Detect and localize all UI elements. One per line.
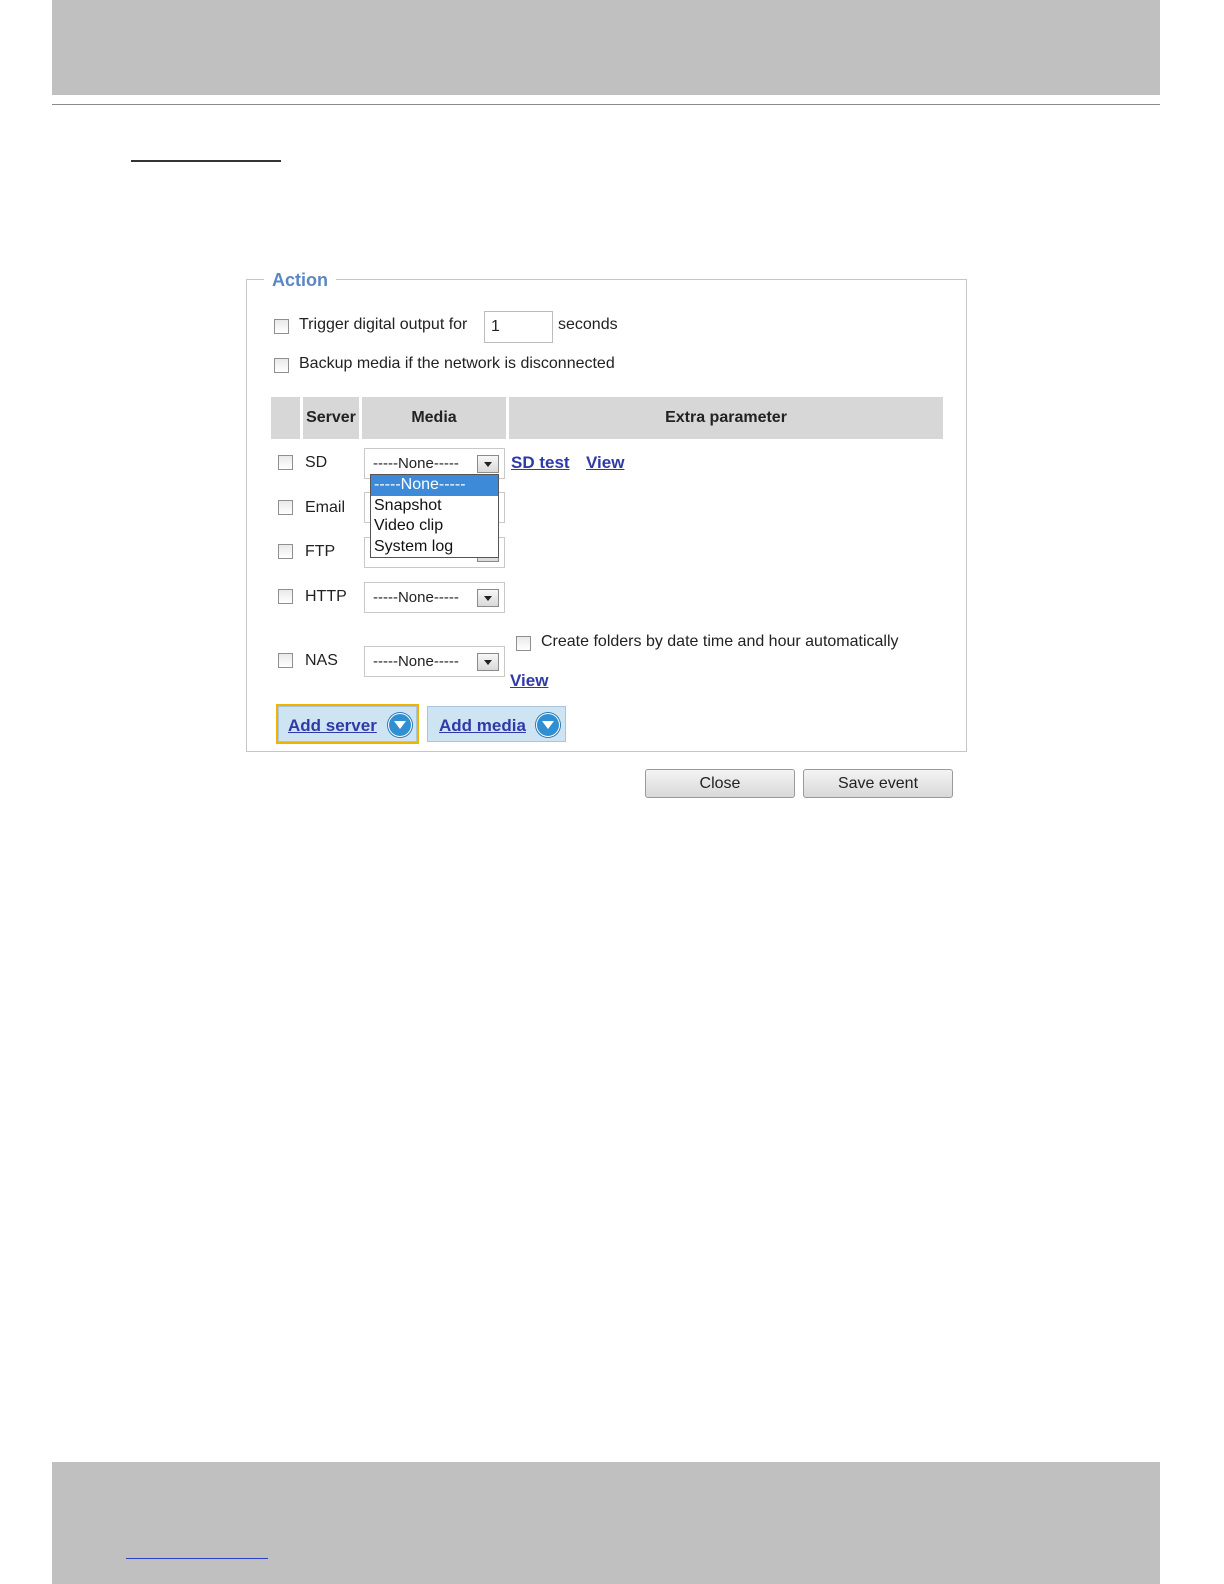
http-media-select[interactable]: -----None----- <box>364 582 505 613</box>
media-dropdown-list: -----None----- Snapshot Video clip Syste… <box>370 474 499 558</box>
trigger-output-label: Trigger digital output for <box>299 316 468 333</box>
backup-media-label: Backup media if the network is disconnec… <box>299 355 615 372</box>
sd-test-link[interactable]: SD test <box>511 453 570 473</box>
nas-media-value: -----None----- <box>373 653 459 670</box>
create-folders-checkbox[interactable] <box>516 636 531 651</box>
footer-link-underline <box>126 1558 268 1559</box>
nas-view-link[interactable]: View <box>510 671 548 691</box>
add-server-button[interactable]: Add server <box>276 704 419 744</box>
trigger-seconds-unit: seconds <box>558 316 618 333</box>
header-rule <box>52 104 1160 105</box>
dropdown-option-none[interactable]: -----None----- <box>371 475 498 496</box>
email-checkbox[interactable] <box>278 500 293 515</box>
heading-underline <box>131 160 281 162</box>
http-checkbox[interactable] <box>278 589 293 604</box>
close-button[interactable]: Close <box>645 769 795 798</box>
ftp-checkbox[interactable] <box>278 544 293 559</box>
dropdown-option-system-log[interactable]: System log <box>371 537 498 558</box>
select-arrow-icon[interactable] <box>477 589 499 607</box>
footer-band <box>52 1462 1160 1584</box>
select-arrow-icon[interactable] <box>477 653 499 671</box>
nas-media-select[interactable]: -----None----- <box>364 646 505 677</box>
header-band <box>52 0 1160 95</box>
chevron-down-circle-icon[interactable] <box>536 713 560 737</box>
nas-label: NAS <box>305 652 338 669</box>
action-legend: Action <box>264 268 336 292</box>
add-server-label[interactable]: Add server <box>288 716 377 736</box>
header-extra-parameter: Extra parameter <box>509 397 943 439</box>
http-label: HTTP <box>305 588 347 605</box>
select-arrow-icon[interactable] <box>477 455 499 473</box>
trigger-output-checkbox[interactable] <box>274 319 289 334</box>
trigger-seconds-input[interactable]: 1 <box>484 311 553 343</box>
sd-view-link[interactable]: View <box>586 453 624 473</box>
add-media-button[interactable]: Add media <box>427 706 566 742</box>
ftp-label: FTP <box>305 543 336 560</box>
dropdown-option-video-clip[interactable]: Video clip <box>371 516 498 537</box>
create-folders-label: Create folders by date time and hour aut… <box>541 633 899 650</box>
backup-media-checkbox[interactable] <box>274 358 289 373</box>
add-media-label[interactable]: Add media <box>439 716 526 736</box>
nas-checkbox[interactable] <box>278 653 293 668</box>
action-fieldset <box>246 279 967 752</box>
header-checkbox-column <box>271 397 300 439</box>
dropdown-option-snapshot[interactable]: Snapshot <box>371 496 498 517</box>
http-media-value: -----None----- <box>373 589 459 606</box>
chevron-down-circle-icon[interactable] <box>388 713 412 737</box>
sd-label: SD <box>305 454 328 471</box>
sd-media-value: -----None----- <box>373 455 459 472</box>
header-server: Server <box>303 397 359 439</box>
header-media: Media <box>362 397 506 439</box>
save-event-button[interactable]: Save event <box>803 769 953 798</box>
email-label: Email <box>305 499 346 516</box>
sd-checkbox[interactable] <box>278 455 293 470</box>
